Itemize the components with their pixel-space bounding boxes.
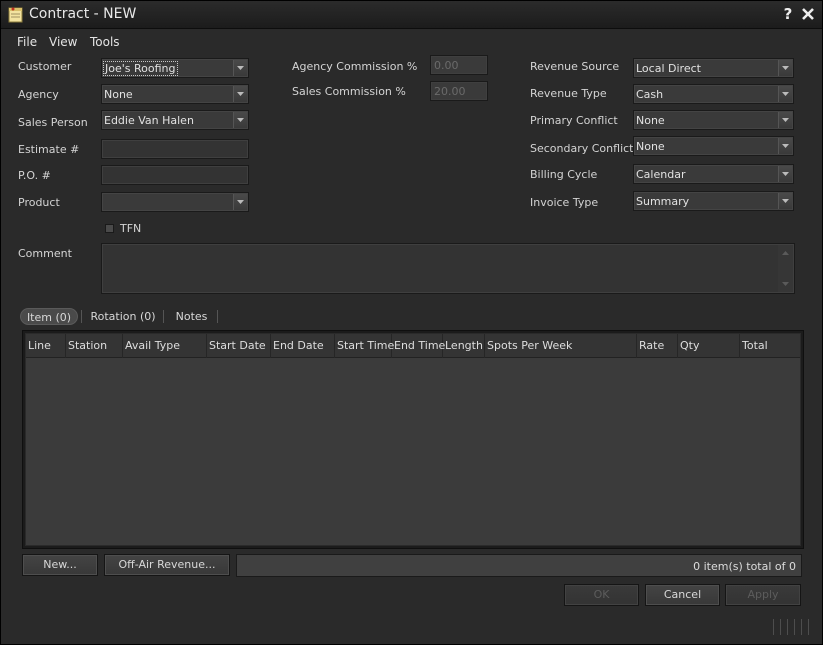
chevron-down-icon[interactable] <box>778 60 792 76</box>
comment-scrollbar[interactable] <box>778 245 793 292</box>
contract-note-icon <box>8 7 23 23</box>
tab-divider <box>81 310 82 323</box>
chevron-down-icon[interactable] <box>778 86 792 102</box>
chevron-down-icon[interactable] <box>778 193 792 209</box>
tab-rotation[interactable]: Rotation (0) <box>87 308 159 325</box>
agency-commission-input[interactable]: 0.00 <box>430 55 488 75</box>
agency-select[interactable]: None <box>101 84 249 104</box>
invoice-type-value: Summary <box>636 195 690 208</box>
revenue-source-select[interactable]: Local Direct <box>633 58 794 78</box>
agency-value: None <box>104 88 133 101</box>
col-end-date[interactable]: End Date <box>271 334 335 358</box>
chevron-down-icon[interactable] <box>233 60 247 76</box>
col-line[interactable]: Line <box>26 334 66 358</box>
window-title: Contract - NEW <box>29 6 137 22</box>
sales-commission-input[interactable]: 20.00 <box>430 81 488 101</box>
col-qty[interactable]: Qty <box>678 334 740 358</box>
menu-file[interactable]: File <box>17 35 37 49</box>
billing-cycle-label: Billing Cycle <box>530 168 598 181</box>
menu-bar: File View Tools <box>1 32 822 52</box>
po-label: P.O. # <box>18 169 51 182</box>
primary-conflict-select[interactable]: None <box>633 110 794 130</box>
chevron-down-icon[interactable] <box>233 112 247 128</box>
revenue-type-label: Revenue Type <box>530 87 607 100</box>
chevron-down-icon[interactable] <box>233 86 247 102</box>
col-start-date[interactable]: Start Date <box>207 334 271 358</box>
primary-conflict-label: Primary Conflict <box>530 114 618 127</box>
sales-commission-value: 20.00 <box>434 85 466 98</box>
estimate-input[interactable] <box>101 139 249 159</box>
product-label: Product <box>18 196 60 209</box>
product-select[interactable] <box>101 192 249 212</box>
new-button[interactable]: New... <box>22 554 98 576</box>
col-length[interactable]: Length <box>443 334 485 358</box>
tfn-label: TFN <box>120 222 142 235</box>
invoice-type-label: Invoice Type <box>530 196 599 209</box>
revenue-type-select[interactable]: Cash <box>633 84 794 104</box>
comment-label: Comment <box>18 247 72 260</box>
cancel-button[interactable]: Cancel <box>645 584 720 606</box>
col-end-time[interactable]: End Time <box>392 334 445 358</box>
revenue-source-label: Revenue Source <box>530 60 620 73</box>
sales-commission-label: Sales Commission % <box>292 85 406 98</box>
customer-value: Joe's Roofing <box>103 61 178 76</box>
tab-item[interactable]: Item (0) <box>20 308 78 325</box>
col-station[interactable]: Station <box>66 334 123 358</box>
col-avail-type[interactable]: Avail Type <box>123 334 207 358</box>
secondary-conflict-value: None <box>636 140 665 153</box>
scroll-up-icon[interactable] <box>782 251 789 255</box>
tab-divider <box>163 310 164 323</box>
items-grid-body[interactable]: Line Station Avail Type Start Date End D… <box>25 333 801 546</box>
comment-textarea[interactable] <box>101 243 795 294</box>
agency-commission-value: 0.00 <box>434 59 459 72</box>
resize-grip-icon[interactable] <box>771 617 815 637</box>
menu-view[interactable]: View <box>49 35 77 49</box>
sales-person-value: Eddie Van Halen <box>104 114 194 127</box>
title-bar[interactable]: Contract - NEW ? <box>1 1 822 29</box>
scroll-down-icon[interactable] <box>782 282 789 286</box>
revenue-source-value: Local Direct <box>636 62 701 75</box>
billing-cycle-select[interactable]: Calendar <box>633 164 794 184</box>
grid-header: Line Station Avail Type Start Date End D… <box>26 334 800 358</box>
tab-divider <box>217 310 218 323</box>
secondary-conflict-label: Secondary Conflict <box>530 142 634 155</box>
chevron-down-icon[interactable] <box>233 194 247 210</box>
chevron-down-icon[interactable] <box>778 138 792 154</box>
secondary-conflict-select[interactable]: None <box>633 136 794 156</box>
agency-commission-label: Agency Commission % <box>292 60 418 73</box>
tab-notes[interactable]: Notes <box>169 308 214 325</box>
chevron-down-icon[interactable] <box>778 166 792 182</box>
chevron-down-icon[interactable] <box>778 112 792 128</box>
menu-tools[interactable]: Tools <box>90 35 120 49</box>
col-start-time[interactable]: Start Time <box>335 334 394 358</box>
estimate-label: Estimate # <box>18 143 80 156</box>
col-spots-per-week[interactable]: Spots Per Week <box>485 334 637 358</box>
customer-select[interactable]: Joe's Roofing <box>101 58 249 78</box>
off-air-revenue-button[interactable]: Off-Air Revenue... <box>104 554 230 576</box>
revenue-type-value: Cash <box>636 88 664 101</box>
items-grid[interactable]: Line Station Avail Type Start Date End D… <box>22 330 804 549</box>
customer-label: Customer <box>18 60 72 73</box>
item-count-text: 0 item(s) total of 0 <box>693 560 796 573</box>
sales-person-select[interactable]: Eddie Van Halen <box>101 110 249 130</box>
apply-button[interactable]: Apply <box>725 584 801 606</box>
ok-button[interactable]: OK <box>564 584 639 606</box>
po-input[interactable] <box>101 165 249 185</box>
col-rate[interactable]: Rate <box>637 334 678 358</box>
col-total[interactable]: Total <box>740 334 800 358</box>
agency-label: Agency <box>18 88 59 101</box>
primary-conflict-value: None <box>636 114 665 127</box>
tfn-checkbox[interactable] <box>105 224 114 233</box>
invoice-type-select[interactable]: Summary <box>633 191 794 211</box>
item-count-status: 0 item(s) total of 0 <box>236 554 802 577</box>
contract-window: Contract - NEW ? File View Tools Custome… <box>0 0 823 645</box>
close-icon[interactable] <box>800 6 816 22</box>
help-button[interactable]: ? <box>781 5 795 23</box>
sales-person-label: Sales Person <box>18 116 88 129</box>
billing-cycle-value: Calendar <box>636 168 686 181</box>
